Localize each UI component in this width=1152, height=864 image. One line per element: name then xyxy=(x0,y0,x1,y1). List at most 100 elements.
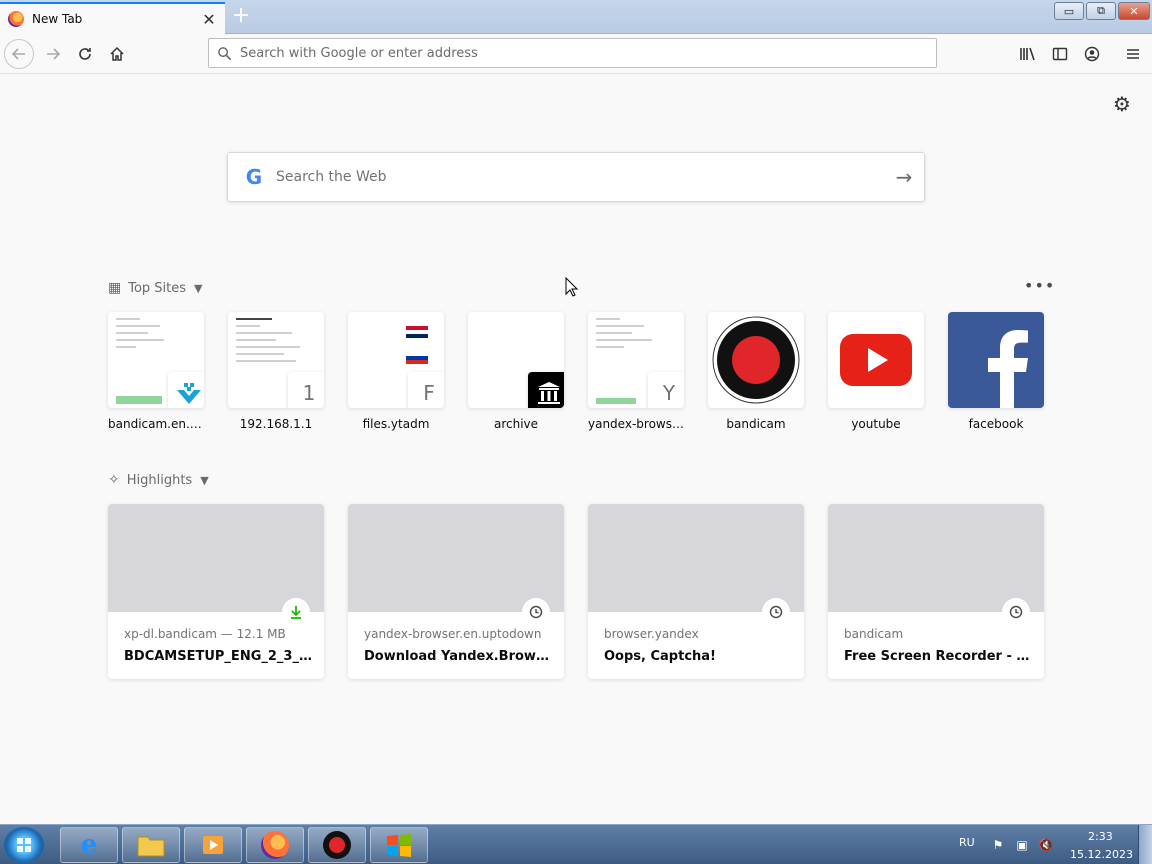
reload-button[interactable] xyxy=(70,39,100,69)
youtube-icon xyxy=(828,312,924,408)
show-desktop-button[interactable] xyxy=(1138,825,1152,864)
taskbar: e RU ⚑ ▣ 🔇 2:33 15.12.2023 xyxy=(0,824,1152,864)
internet-explorer-icon: e xyxy=(80,830,98,860)
top-site-tile[interactable]: 1 192.168.1.1 xyxy=(228,312,324,431)
google-logo-icon: G xyxy=(245,165,263,189)
highlight-preview xyxy=(828,504,1044,612)
highlight-host: yandex-browser.en.uptodown xyxy=(364,627,542,641)
top-sites-label: Top Sites xyxy=(128,280,187,296)
address-input[interactable] xyxy=(240,45,936,61)
tab-title: New Tab xyxy=(32,12,83,26)
highlight-card[interactable]: browser.yandex Oops, Captcha! xyxy=(588,504,804,679)
top-site-tile[interactable]: F files.ytadm xyxy=(348,312,444,431)
site-screenshot: Y xyxy=(588,312,684,408)
top-site-label: 192.168.1.1 xyxy=(239,417,313,431)
taskbar-media-player[interactable] xyxy=(184,827,242,863)
highlight-host: bandicam xyxy=(844,627,904,641)
home-button[interactable] xyxy=(102,39,132,69)
search-icon xyxy=(218,46,232,60)
top-site-tile[interactable]: Y yandex-browser.... xyxy=(588,312,684,431)
highlight-card[interactable]: bandicam Free Screen Recorder - Ban... xyxy=(828,504,1044,679)
navigation-toolbar xyxy=(0,34,1152,74)
top-site-label: facebook xyxy=(968,417,1024,431)
taskbar-firefox[interactable] xyxy=(246,827,304,863)
top-site-tile[interactable]: bandicam.en.up... xyxy=(108,312,204,431)
site-letter-badge: 1 xyxy=(288,372,324,408)
mouse-cursor-icon xyxy=(565,276,579,302)
reload-icon xyxy=(79,48,91,60)
highlights-header[interactable]: ✧ Highlights ▼ xyxy=(108,472,209,488)
clock-time[interactable]: 2:33 xyxy=(1088,830,1113,843)
highlight-host: xp-dl.bandicam — 12.1 MB xyxy=(124,627,286,641)
top-site-label: youtube xyxy=(851,417,901,431)
highlight-card[interactable]: yandex-browser.en.uptodown Download Yand… xyxy=(348,504,564,679)
windows-logo-icon xyxy=(17,838,31,852)
site-letter-badge: F xyxy=(408,372,444,408)
forward-button[interactable] xyxy=(38,39,68,69)
close-window-button[interactable]: ✕ xyxy=(1118,2,1150,20)
taskbar-windows-item[interactable] xyxy=(370,827,428,863)
network-icon[interactable]: ▣ xyxy=(1014,837,1030,853)
sidebar-button[interactable] xyxy=(1048,42,1072,66)
sparkle-icon: ✧ xyxy=(108,472,120,488)
top-site-label: archive xyxy=(493,417,539,431)
top-site-label: bandicam.en.up... xyxy=(108,417,204,431)
archive-building-icon xyxy=(528,372,564,408)
tab-close-icon[interactable]: ✕ xyxy=(199,9,219,29)
new-tab-button[interactable]: + xyxy=(230,5,252,27)
top-sites-header[interactable]: ▦ Top Sites ▼ xyxy=(108,280,203,296)
highlight-title: BDCAMSETUP_ENG_2_3_1_... xyxy=(124,649,312,664)
clock-icon xyxy=(1002,598,1030,626)
firefox-icon xyxy=(261,831,289,859)
library-button[interactable] xyxy=(1016,42,1040,66)
library-icon xyxy=(1020,47,1035,61)
tab-new-tab[interactable]: New Tab ✕ xyxy=(0,2,225,34)
download-icon xyxy=(282,598,310,626)
folder-icon xyxy=(137,836,165,857)
chevron-down-icon: ▼ xyxy=(200,473,209,487)
top-site-tile[interactable]: archive xyxy=(468,312,564,431)
home-icon xyxy=(110,46,124,61)
bandicam-icon xyxy=(708,312,804,408)
highlight-host: browser.yandex xyxy=(604,627,699,641)
taskbar-internet-explorer[interactable]: e xyxy=(60,827,118,863)
top-sites-more-button[interactable]: ••• xyxy=(1024,276,1054,296)
account-icon xyxy=(1084,46,1100,62)
address-bar[interactable] xyxy=(208,38,937,68)
taskbar-bandicam[interactable] xyxy=(308,827,366,863)
top-site-tile[interactable]: bandicam xyxy=(708,312,804,431)
top-site-label: bandicam xyxy=(726,417,786,431)
site-screenshot xyxy=(468,312,564,408)
clock-date[interactable]: 15.12.2023 xyxy=(1070,848,1133,861)
web-search-box[interactable]: G → xyxy=(227,152,925,202)
top-site-tile[interactable]: facebook xyxy=(948,312,1044,431)
windows-logo-icon xyxy=(387,834,411,857)
gear-icon[interactable]: ⚙ xyxy=(1110,92,1134,116)
site-letter-badge: Y xyxy=(648,372,684,408)
highlight-card[interactable]: xp-dl.bandicam — 12.1 MB BDCAMSETUP_ENG_… xyxy=(108,504,324,679)
menu-button[interactable] xyxy=(1121,42,1145,66)
bandicam-uptodown-icon xyxy=(168,372,204,408)
firefox-icon xyxy=(8,11,24,27)
account-button[interactable] xyxy=(1080,42,1104,66)
search-go-arrow-icon[interactable]: → xyxy=(884,165,924,189)
grid-icon: ▦ xyxy=(108,280,122,296)
site-screenshot: F xyxy=(348,312,444,408)
back-button[interactable] xyxy=(4,39,34,69)
action-center-flag-icon[interactable]: ⚑ xyxy=(990,837,1006,853)
top-site-label: yandex-browser.... xyxy=(588,417,684,431)
minimize-button[interactable]: ▭ xyxy=(1054,2,1084,20)
language-indicator[interactable]: RU xyxy=(959,836,975,849)
clock-icon xyxy=(522,598,550,626)
taskbar-file-explorer[interactable] xyxy=(122,827,180,863)
top-site-label: files.ytadm xyxy=(362,417,430,431)
web-search-input[interactable] xyxy=(276,169,884,185)
site-screenshot: 1 xyxy=(228,312,324,408)
top-site-tile[interactable]: youtube xyxy=(828,312,924,431)
hamburger-icon xyxy=(1127,49,1139,59)
highlight-preview xyxy=(108,504,324,612)
maximize-button[interactable]: ⧉ xyxy=(1086,2,1116,20)
volume-muted-icon[interactable]: 🔇 xyxy=(1038,837,1054,853)
start-button[interactable] xyxy=(4,827,44,863)
highlight-preview xyxy=(588,504,804,612)
